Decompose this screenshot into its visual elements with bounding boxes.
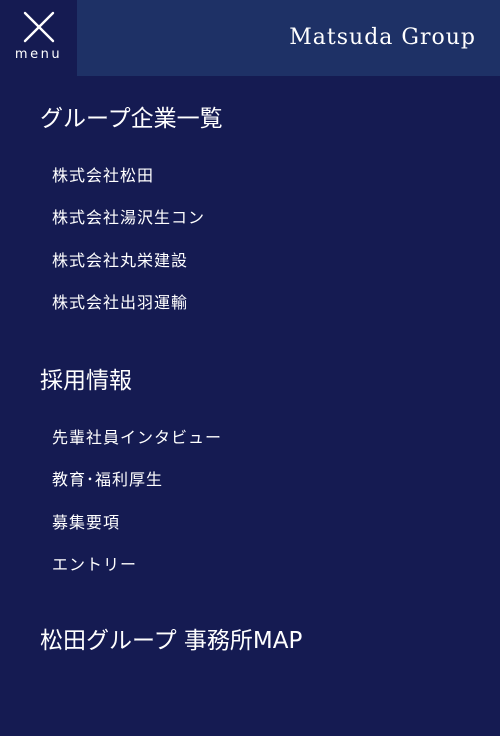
nav-item-yuzawa-namakon[interactable]: 株式会社湯沢生コン	[52, 207, 205, 229]
nav-section-recruit[interactable]: 採用情報	[40, 366, 132, 396]
nav-item-dewa-unyu[interactable]: 株式会社出羽運輸	[52, 292, 188, 314]
header: menu Matsuda Group	[0, 0, 500, 76]
nav-section-group-companies[interactable]: グループ企業一覧	[40, 104, 223, 134]
nav-item-interview[interactable]: 先輩社員インタビュー	[52, 427, 222, 449]
brand-logo-text[interactable]: Matsuda Group	[289, 25, 476, 50]
menu-label: menu	[14, 47, 63, 62]
nav-section-office-map[interactable]: 松田グループ 事務所MAP	[40, 626, 302, 656]
menu-close-button[interactable]: menu	[0, 0, 77, 76]
nav-item-matsuda[interactable]: 株式会社松田	[52, 165, 154, 187]
nav-item-maruei-kensetsu[interactable]: 株式会社丸栄建設	[52, 250, 188, 272]
brand-bar: Matsuda Group	[77, 0, 500, 76]
close-icon	[23, 11, 54, 43]
nav-item-requirements[interactable]: 募集要項	[52, 512, 120, 534]
nav-item-benefits[interactable]: 教育･福利厚生	[52, 469, 163, 491]
nav-item-entry[interactable]: エントリー	[52, 554, 137, 576]
menu-overlay: menu Matsuda Group グループ企業一覧 株式会社松田 株式会社湯…	[0, 0, 500, 736]
